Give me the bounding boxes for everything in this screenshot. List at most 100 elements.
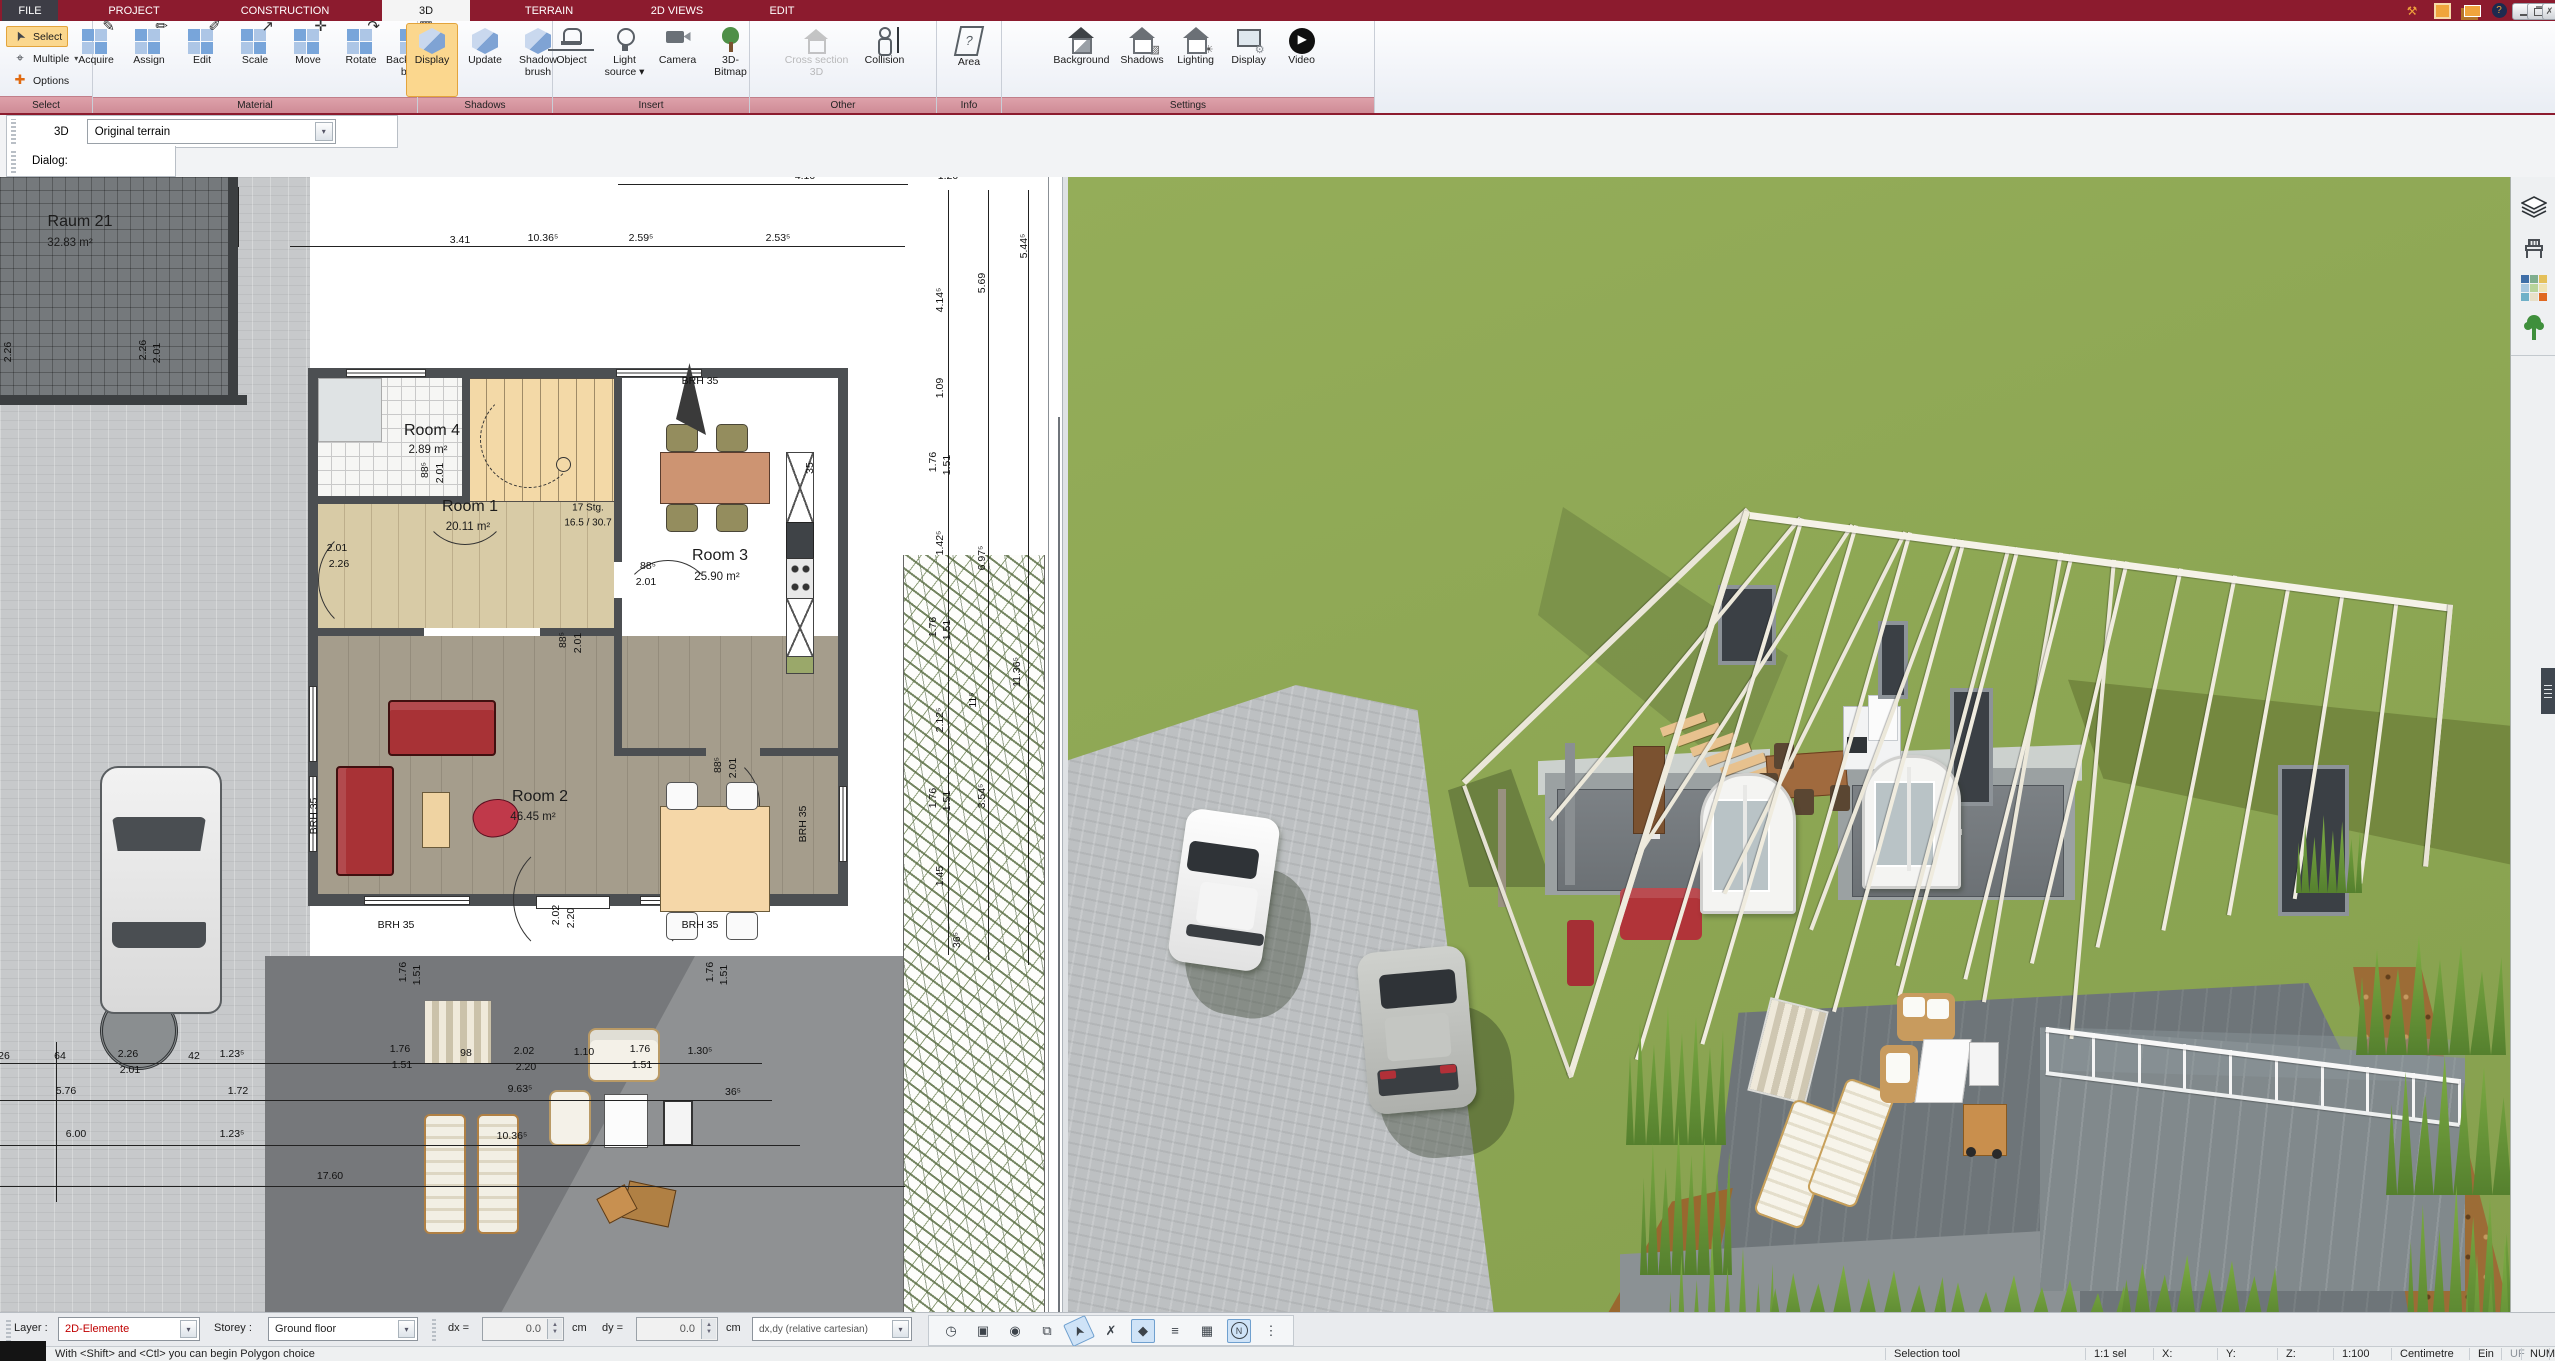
panel-handle[interactable] (2541, 668, 2555, 714)
icon-cube (419, 28, 445, 54)
icon-camera (663, 26, 693, 54)
button-display[interactable]: Display (406, 23, 458, 97)
button-shadows[interactable]: ▨Shadows (1115, 23, 1168, 97)
material-palette-icon[interactable] (2519, 273, 2549, 303)
package-alt-icon[interactable] (2460, 2, 2484, 19)
tab-2d-views[interactable]: 2D VIEWS (628, 0, 726, 21)
coord-mode-select[interactable]: dx,dy (relative cartesian) ▾ (752, 1317, 912, 1341)
furniture-catalog-icon[interactable] (2519, 233, 2549, 263)
plants-catalog-icon[interactable] (2519, 313, 2549, 343)
tab-construction[interactable]: CONSTRUCTION (222, 0, 348, 21)
button-area[interactable]: ?Area (943, 23, 995, 97)
dx-input[interactable]: 0.0 ▲▼ (482, 1317, 564, 1341)
dx-spinner[interactable]: ▲▼ (547, 1319, 562, 1339)
sheets-icon[interactable]: ≡ (1163, 1319, 1187, 1343)
more-icon[interactable]: ⋮ (1259, 1319, 1283, 1343)
presentation-icon[interactable]: ▣ (971, 1319, 995, 1343)
tab-file[interactable]: FILE (2, 0, 58, 21)
button-scale[interactable]: Scale (229, 23, 281, 97)
status-field-y-: Y: (2217, 1348, 2280, 1360)
dimension-label: 1.23⁵ (220, 1048, 245, 1060)
dimension-label: BRH 35 (682, 375, 719, 387)
clock-icon[interactable]: ◷ (939, 1319, 963, 1343)
button-options[interactable]: ✚Options (6, 70, 75, 91)
path-cross-icon[interactable]: ✗ (1099, 1319, 1123, 1343)
button-display[interactable]: Display (1223, 23, 1275, 97)
button-label: Select (33, 31, 62, 43)
tab-edit[interactable]: EDIT (754, 0, 810, 21)
terrain-select[interactable]: Original terrain ▾ (87, 119, 336, 144)
bottom-toolbar: Layer : 2D-Elemente ▾ Storey : Ground fl… (0, 1312, 2555, 1347)
button-acquire[interactable]: Acquire (70, 23, 122, 97)
button-label: Cross section 3D (781, 55, 853, 79)
kitchen-cabinet-2d (786, 656, 814, 674)
layers-icon[interactable] (2519, 193, 2549, 223)
select-arrow-icon[interactable]: ➤ (1063, 1315, 1095, 1347)
button-object[interactable]: Object (546, 23, 598, 97)
button-label: Light source ▾ (604, 55, 646, 79)
chevron-down-icon[interactable]: ▾ (315, 122, 333, 141)
drag-grip-icon[interactable] (11, 149, 16, 173)
dy-spinner[interactable]: ▲▼ (701, 1319, 716, 1339)
drag-grip-icon[interactable] (11, 119, 16, 144)
dy-input[interactable]: 0.0 ▲▼ (636, 1317, 718, 1341)
icon-area: ? (954, 26, 984, 56)
dimension-line (238, 187, 239, 247)
chevron-down-icon[interactable]: ▾ (398, 1320, 415, 1338)
button-label: Display (1231, 55, 1265, 67)
status-field-centimetre: Centimetre (2391, 1348, 2472, 1360)
layer-select[interactable]: 2D-Elemente ▾ (58, 1317, 200, 1341)
plan-2d-view[interactable]: Raum 2132.83 m²Room 42.89 m²Room 120.11 … (0, 177, 1062, 1312)
tools-icon[interactable]: ⚒ (2400, 2, 2424, 19)
kitchen-sink-2d (786, 522, 814, 560)
button-collision[interactable]: Collision (859, 23, 911, 97)
railing-post-3d (2458, 1079, 2461, 1125)
drag-grip-icon[interactable] (6, 1318, 11, 1342)
window-2d (346, 369, 426, 377)
ribbon-buttons: DisplayUpdateShadow brush (418, 21, 552, 97)
button-rotate[interactable]: Rotate (335, 23, 387, 97)
button-update[interactable]: Update (459, 23, 511, 97)
ribbon-group-other: Cross section 3DCollisionOther (750, 21, 937, 113)
camera-path-icon[interactable]: ◉ (1003, 1319, 1027, 1343)
button-3d-bitmap[interactable]: 3D-Bitmap (705, 23, 757, 97)
button-video[interactable]: Video (1276, 23, 1328, 97)
dimension-label: 2.26 (118, 1048, 138, 1060)
dimension-label: 35 (804, 462, 816, 474)
dimension-label: 26 (0, 1050, 10, 1062)
button-select[interactable]: ➤Select (6, 26, 68, 47)
chevron-down-icon[interactable]: ▾ (180, 1320, 197, 1338)
button-camera[interactable]: Camera (652, 23, 704, 97)
room-area: 32.83 m² (47, 237, 92, 249)
help-icon[interactable]: ? (2487, 2, 2511, 19)
status-field-1-100: 1:100 (2333, 1348, 2394, 1360)
button-light-source[interactable]: Light source ▾ (599, 23, 651, 97)
chevron-down-icon[interactable]: ▾ (892, 1320, 909, 1338)
button-background[interactable]: Background (1048, 23, 1114, 97)
ribbon-group-info: ?AreaInfo (937, 21, 1002, 113)
icon-grid (187, 26, 217, 54)
smooth-icon[interactable]: ◆ (1131, 1319, 1155, 1343)
button-edit[interactable]: Edit (176, 23, 228, 97)
button-assign[interactable]: Assign (123, 23, 175, 97)
tab-terrain[interactable]: TERRAIN (502, 0, 596, 21)
canopy-2d (424, 1000, 492, 1064)
railing-post-3d (2138, 1039, 2141, 1085)
package-icon[interactable] (2430, 2, 2454, 19)
view-3d[interactable] (1068, 177, 2510, 1312)
dimension-label: 17.60 (317, 1170, 343, 1182)
dimension-line (988, 190, 989, 960)
outdoor-table-3d (1915, 1039, 1972, 1103)
storey-select[interactable]: Ground floor ▾ (268, 1317, 418, 1341)
car-2d-rear-window (112, 922, 206, 948)
dimension-label: 3.41 (450, 234, 470, 246)
layer-copy-icon[interactable]: ⧉ (1035, 1319, 1059, 1343)
chair-2d (716, 424, 748, 452)
close-button[interactable]: ✗ (2542, 3, 2555, 20)
north-icon[interactable]: N (1227, 1319, 1251, 1343)
button-move[interactable]: Move (282, 23, 334, 97)
dimension-label: 2.26 (137, 340, 149, 360)
button-lighting[interactable]: ☀Lighting (1170, 23, 1222, 97)
dimension-label: 1.72 (228, 1085, 248, 1097)
raster-icon[interactable]: ▦ (1195, 1319, 1219, 1343)
